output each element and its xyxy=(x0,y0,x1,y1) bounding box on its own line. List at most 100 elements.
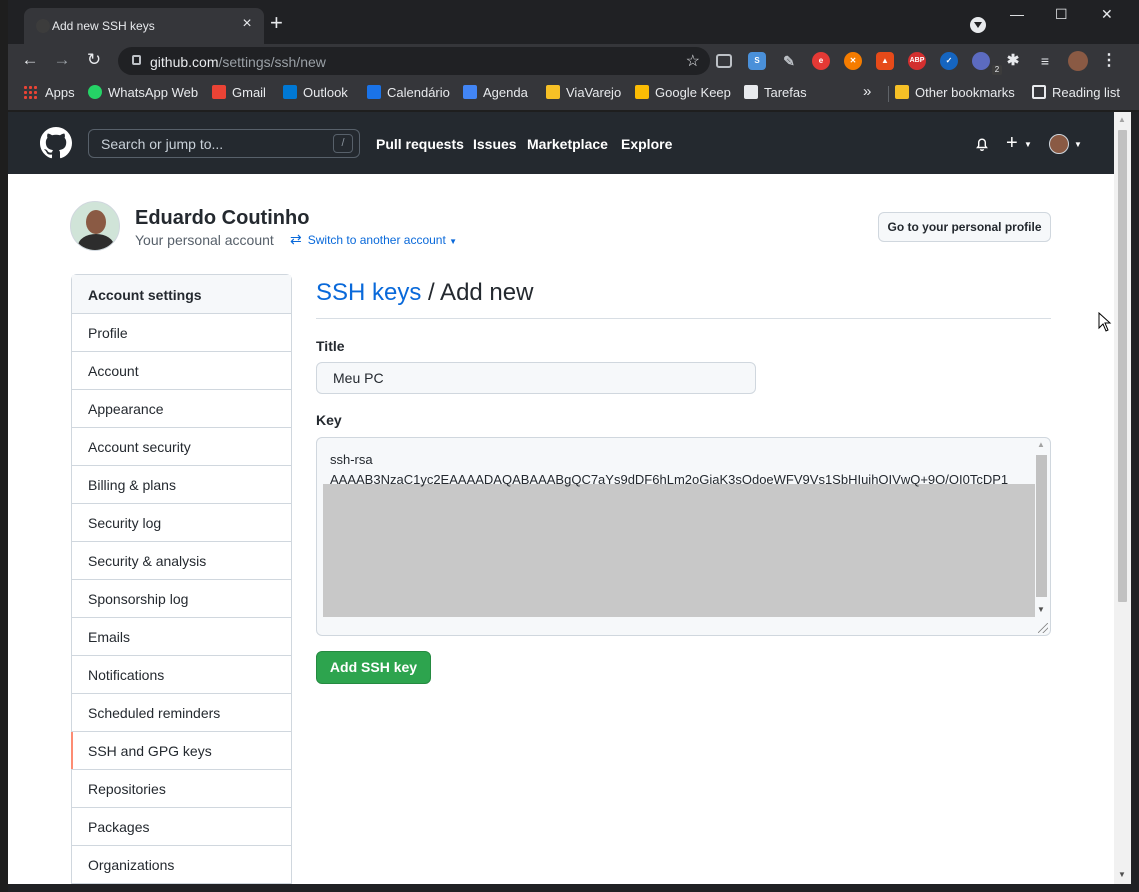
sidebar-item-packages[interactable]: Packages xyxy=(72,808,291,846)
url-text[interactable]: github.com/settings/ssh/new xyxy=(150,54,326,70)
e-extension-icon[interactable]: e xyxy=(812,52,830,70)
title-input[interactable]: Meu PC xyxy=(316,362,756,394)
globe-extension-icon[interactable] xyxy=(972,52,990,70)
address-bar[interactable]: github.com/settings/ssh/new ☆ xyxy=(118,47,710,75)
user-name: Eduardo Coutinho xyxy=(135,207,310,229)
tab-close-icon[interactable]: × xyxy=(238,15,256,33)
key-textarea[interactable]: ssh-rsa AAAAB3NzaC1yc2EAAAADAQABAAABgQC7… xyxy=(316,437,1051,636)
scroll-up-arrow-icon[interactable]: ▲ xyxy=(1037,440,1045,449)
reload-icon[interactable]: ↻ xyxy=(83,50,105,70)
check-extension-icon[interactable]: ✓ xyxy=(940,52,958,70)
background-window-edge xyxy=(0,0,8,892)
bookmarks-divider xyxy=(888,86,889,102)
textarea-scrollbar[interactable]: ▲ ▼ xyxy=(1035,439,1049,619)
s-extension-icon[interactable]: S xyxy=(748,52,766,70)
user-avatar-icon[interactable] xyxy=(1049,134,1069,154)
sidebar-item-billing[interactable]: Billing & plans xyxy=(72,466,291,504)
nav-marketplace[interactable]: Marketplace xyxy=(527,136,608,152)
window-edge xyxy=(1131,112,1139,892)
nav-pull-requests[interactable]: Pull requests xyxy=(376,136,464,152)
whatsapp-icon xyxy=(88,85,102,99)
settings-sidebar: Account settings Profile Account Appeara… xyxy=(71,274,292,884)
bookmark-outlook[interactable]: Outlook xyxy=(283,85,348,100)
adblock-icon[interactable]: ABP xyxy=(908,52,926,70)
scroll-down-arrow-icon[interactable]: ▼ xyxy=(1118,870,1126,879)
menu-kebab-icon[interactable]: ⋮ xyxy=(1100,52,1118,70)
sidebar-item-security-analysis[interactable]: Security & analysis xyxy=(72,542,291,580)
search-shortcut-key: / xyxy=(333,134,353,153)
bookmark-reading-list[interactable]: Reading list xyxy=(1032,85,1120,100)
fire-extension-icon[interactable]: ▲ xyxy=(876,52,894,70)
ssh-keys-breadcrumb-link[interactable]: SSH keys xyxy=(316,279,421,306)
github-header: Search or jump to... / Pull requests Iss… xyxy=(8,112,1114,174)
sidebar-item-profile[interactable]: Profile xyxy=(72,314,291,352)
extension-badge: 2 xyxy=(992,65,1002,75)
page-scrollbar[interactable]: ▲ ▼ xyxy=(1114,112,1131,884)
pen-extension-icon[interactable]: ✎ xyxy=(780,52,798,70)
sidebar-item-account-security[interactable]: Account security xyxy=(72,428,291,466)
sidebar-item-sponsorship-log[interactable]: Sponsorship log xyxy=(72,580,291,618)
go-to-profile-button[interactable]: Go to your personal profile xyxy=(878,212,1051,242)
sidebar-item-emails[interactable]: Emails xyxy=(72,618,291,656)
chevron-down-icon[interactable]: ▼ xyxy=(1024,140,1032,149)
bookmark-calendario[interactable]: Calendário xyxy=(367,85,450,100)
settings-page: Eduardo Coutinho Your personal account ⇄… xyxy=(8,174,1114,884)
bookmark-gmail[interactable]: Gmail xyxy=(212,85,266,100)
sidebar-item-scheduled-reminders[interactable]: Scheduled reminders xyxy=(72,694,291,732)
browser-tab[interactable]: Add new SSH keys × xyxy=(24,8,264,44)
scroll-down-arrow-icon[interactable]: ▼ xyxy=(1037,605,1045,614)
bookmark-whatsapp[interactable]: WhatsApp Web xyxy=(88,85,198,100)
switch-account-link[interactable]: ⇄ Switch to another account ▼ xyxy=(290,231,457,248)
resize-grip-icon[interactable] xyxy=(1038,623,1048,633)
sidebar-item-account[interactable]: Account xyxy=(72,352,291,390)
bookmarks-overflow-icon[interactable]: » xyxy=(863,83,871,100)
browser-tab-bar: Add new SSH keys × + — ☐ ✕ xyxy=(8,0,1139,44)
new-tab-button[interactable]: + xyxy=(270,12,283,34)
minimize-button[interactable]: — xyxy=(1010,6,1024,22)
tasks-check-icon xyxy=(744,85,758,99)
sidebar-item-repositories[interactable]: Repositories xyxy=(72,770,291,808)
nav-explore[interactable]: Explore xyxy=(621,136,672,152)
tab-search-icon[interactable] xyxy=(970,17,986,33)
x-extension-icon[interactable]: ✕ xyxy=(844,52,862,70)
github-search-input[interactable]: Search or jump to... / xyxy=(88,129,360,158)
back-icon[interactable]: ← xyxy=(19,50,41,70)
page-scroll-thumb[interactable] xyxy=(1118,130,1127,602)
user-avatar[interactable] xyxy=(70,201,120,251)
forward-icon[interactable]: → xyxy=(51,50,73,70)
bookmark-viavarejo[interactable]: ViaVarejo xyxy=(546,85,621,100)
scroll-up-arrow-icon[interactable]: ▲ xyxy=(1118,115,1126,124)
bookmark-agenda[interactable]: Agenda xyxy=(463,85,528,100)
maximize-button[interactable]: ☐ xyxy=(1055,6,1068,23)
profile-avatar-icon[interactable] xyxy=(1068,51,1088,71)
github-logo-icon[interactable] xyxy=(40,127,72,159)
pocket-icon[interactable] xyxy=(716,54,732,68)
reading-queue-icon[interactable]: ≡ xyxy=(1036,52,1054,70)
bookmark-tarefas[interactable]: Tarefas xyxy=(744,85,807,100)
chevron-down-icon[interactable]: ▼ xyxy=(1074,140,1082,149)
sidebar-item-appearance[interactable]: Appearance xyxy=(72,390,291,428)
sidebar-item-security-log[interactable]: Security log xyxy=(72,504,291,542)
bookmark-star-icon[interactable]: ☆ xyxy=(686,51,700,71)
nav-issues[interactable]: Issues xyxy=(473,136,517,152)
close-window-button[interactable]: ✕ xyxy=(1101,6,1113,23)
sidebar-item-ssh-gpg-keys[interactable]: SSH and GPG keys xyxy=(71,732,291,770)
sidebar-item-organizations[interactable]: Organizations xyxy=(72,846,291,884)
textarea-scroll-thumb[interactable] xyxy=(1036,455,1047,597)
github-favicon-icon xyxy=(36,19,50,33)
folder-icon xyxy=(546,85,560,99)
folder-icon xyxy=(895,85,909,99)
puzzle-icon[interactable]: ✱ xyxy=(1004,52,1022,70)
reading-list-icon xyxy=(1032,85,1046,99)
outlook-icon xyxy=(283,85,297,99)
account-subtitle: Your personal account xyxy=(135,232,274,248)
add-ssh-key-button[interactable]: Add SSH key xyxy=(316,651,431,684)
caret-down-icon: ▼ xyxy=(449,237,458,246)
sidebar-item-notifications[interactable]: Notifications xyxy=(72,656,291,694)
gmail-icon xyxy=(212,85,226,99)
create-new-plus-icon[interactable]: + xyxy=(1006,132,1018,155)
bookmark-google-keep[interactable]: Google Keep xyxy=(635,85,731,100)
notifications-bell-icon[interactable] xyxy=(974,136,990,152)
bookmark-apps[interactable]: Apps xyxy=(23,85,75,100)
bookmark-other[interactable]: Other bookmarks xyxy=(895,85,1015,100)
